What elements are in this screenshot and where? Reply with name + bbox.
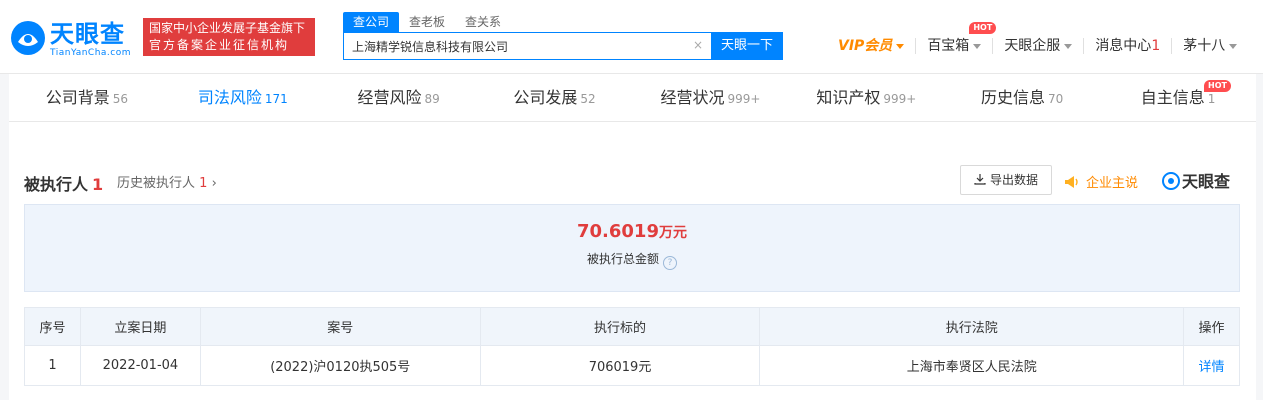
user-menu[interactable]: 茅十八 (1171, 38, 1248, 54)
cell-subject-amount: 706019元 (479, 345, 761, 386)
search-button[interactable]: 天眼一下 (711, 32, 783, 60)
total-amount-number: 70.6019 (577, 221, 659, 242)
download-icon (974, 174, 986, 185)
search-type-tabs: 查公司 查老板 查关系 (343, 12, 511, 32)
tab-label: 历史信息 (981, 88, 1046, 107)
logo-subtext: TianYanCha.com (50, 48, 132, 58)
tianyancha-logo-icon (1162, 172, 1180, 190)
treasure-label: 百宝箱 (927, 38, 970, 54)
tab-count: 999+ (883, 92, 917, 106)
tab-self-info[interactable]: 自主信息 1 HOT (1100, 74, 1256, 121)
cell-court: 上海市奉贤区人民法院 (759, 345, 1184, 386)
section-title-label: 被执行人 (24, 175, 89, 194)
tab-count: 1 (1207, 92, 1216, 106)
search-box: × (343, 32, 712, 60)
owner-says-link[interactable]: 企业主说 (1064, 172, 1138, 191)
export-data-button[interactable]: 导出数据 (960, 165, 1052, 195)
table-header-row: 序号 立案日期 案号 执行标的 执行法院 操作 (24, 307, 1240, 346)
col-header-subject-amount[interactable]: 执行标的 (479, 307, 761, 346)
company-tabs: 公司背景 56 司法风险 171 经营风险 89 公司发展 52 经营状况 999+ 知识… (9, 74, 1256, 122)
search-input[interactable] (344, 33, 684, 59)
col-header-filing-date[interactable]: 立案日期 (79, 307, 201, 346)
logo-text: 天眼查 (50, 20, 125, 48)
chevron-down-icon (1229, 43, 1238, 49)
total-amount-summary: 70.6019万元 被执行总金额? (24, 204, 1240, 292)
executed-person-panel: 被执行人 1 历史被执行人 1 › 导出数据 企业主说 天眼查 70.6019万元… (9, 122, 1256, 400)
hot-badge: HOT (1204, 80, 1231, 92)
tab-count: 89 (424, 92, 440, 106)
tab-judicial-risk[interactable]: 司法风险 171 (164, 74, 321, 121)
total-amount-label: 被执行总金额 (586, 252, 659, 266)
chevron-down-icon (896, 43, 905, 49)
history-count: 1 (199, 176, 208, 191)
megaphone-icon (1065, 176, 1078, 188)
official-banner[interactable]: 国家中小企业发展子基金旗下 官方备案企业征信机构 (143, 18, 315, 56)
tab-company-development[interactable]: 公司发展 52 (477, 74, 633, 121)
cell-index: 1 (24, 345, 81, 386)
tab-count: 999+ (727, 92, 761, 106)
history-label: 历史被执行人 (117, 176, 196, 191)
vip-label: VIP会员 (838, 38, 893, 54)
history-executed-link[interactable]: 历史被执行人 1 › (117, 172, 217, 191)
tab-label: 知识产权 (816, 88, 881, 107)
tab-count: 52 (580, 92, 596, 106)
table-row: 1 2022-01-04 (2022)沪0120执505号 706019元 上海… (24, 345, 1240, 386)
chevron-right-icon: › (211, 176, 217, 191)
tab-operating-status[interactable]: 经营状况 999+ (633, 74, 789, 121)
help-icon[interactable]: ? (663, 256, 677, 270)
top-nav: VIP会员 百宝箱 HOT 天眼企服 消息中心1 茅十八 (838, 22, 1248, 56)
treasure-box-menu[interactable]: 百宝箱 HOT (915, 22, 997, 54)
tab-search-company[interactable]: 查公司 (343, 12, 400, 32)
cell-case-number: (2022)沪0120执505号 (199, 345, 481, 386)
tab-count: 70 (1048, 92, 1064, 106)
tab-label: 自主信息 (1140, 88, 1205, 107)
tab-label: 经营状况 (660, 88, 725, 107)
executed-table: 序号 立案日期 案号 执行标的 执行法院 操作 1 2022-01-04 (20… (24, 307, 1240, 386)
tab-operating-risk[interactable]: 经营风险 89 (321, 74, 477, 121)
tab-count: 56 (112, 92, 129, 106)
clear-icon[interactable]: × (693, 38, 703, 52)
banner-line-2: 官方备案企业征信机构 (149, 38, 290, 52)
site-logo[interactable]: 天眼查 TianYanCha.com (10, 20, 134, 58)
tab-history-info[interactable]: 历史信息 70 (944, 74, 1100, 121)
tab-label: 司法风险 (197, 88, 262, 107)
tab-label: 公司发展 (513, 88, 578, 107)
top-header: 天眼查 TianYanCha.com 国家中小企业发展子基金旗下 官方备案企业征… (0, 0, 1263, 74)
col-header-court: 执行法院 (759, 307, 1184, 346)
total-amount-caption: 被执行总金额? (25, 250, 1239, 270)
hot-badge: HOT (969, 22, 997, 34)
total-amount-value: 70.6019万元 (25, 221, 1239, 242)
tab-count: 171 (264, 92, 288, 106)
tianyancha-logo-icon (11, 21, 45, 55)
enterprise-label: 天眼企服 (1004, 38, 1061, 54)
cell-filing-date: 2022-01-04 (79, 345, 201, 386)
vip-menu[interactable]: VIP会员 (838, 38, 915, 54)
user-name: 茅十八 (1183, 38, 1226, 54)
banner-line-1: 国家中小企业发展子基金旗下 (149, 21, 306, 35)
promo-label: 企业主说 (1086, 176, 1139, 191)
enterprise-service-menu[interactable]: 天眼企服 (992, 38, 1083, 54)
tab-company-background[interactable]: 公司背景 56 (9, 74, 165, 121)
export-label: 导出数据 (989, 173, 1038, 187)
tab-label: 经营风险 (357, 88, 422, 107)
col-header-index: 序号 (24, 307, 81, 346)
col-header-action: 操作 (1183, 307, 1240, 346)
brand-text: 天眼查 (1182, 172, 1231, 191)
col-header-case-number: 案号 (199, 307, 481, 346)
chevron-down-icon (973, 43, 982, 49)
tab-search-relation[interactable]: 查关系 (455, 12, 511, 32)
tab-search-boss[interactable]: 查老板 (399, 12, 455, 32)
messages-count: 1 (1151, 38, 1161, 54)
section-title-count: 1 (92, 175, 104, 194)
messages-label: 消息中心 (1095, 38, 1152, 54)
total-amount-unit: 万元 (658, 225, 687, 241)
section-title: 被执行人 1 (24, 171, 103, 195)
tab-label: 公司背景 (45, 88, 110, 107)
cell-action: 详情 (1183, 345, 1240, 386)
tab-intellectual-property[interactable]: 知识产权 999+ (788, 74, 944, 121)
brand-watermark: 天眼查 (1162, 168, 1230, 192)
message-center[interactable]: 消息中心1 (1083, 38, 1171, 54)
chevron-down-icon (1064, 43, 1073, 49)
details-link[interactable]: 详情 (1198, 360, 1224, 375)
